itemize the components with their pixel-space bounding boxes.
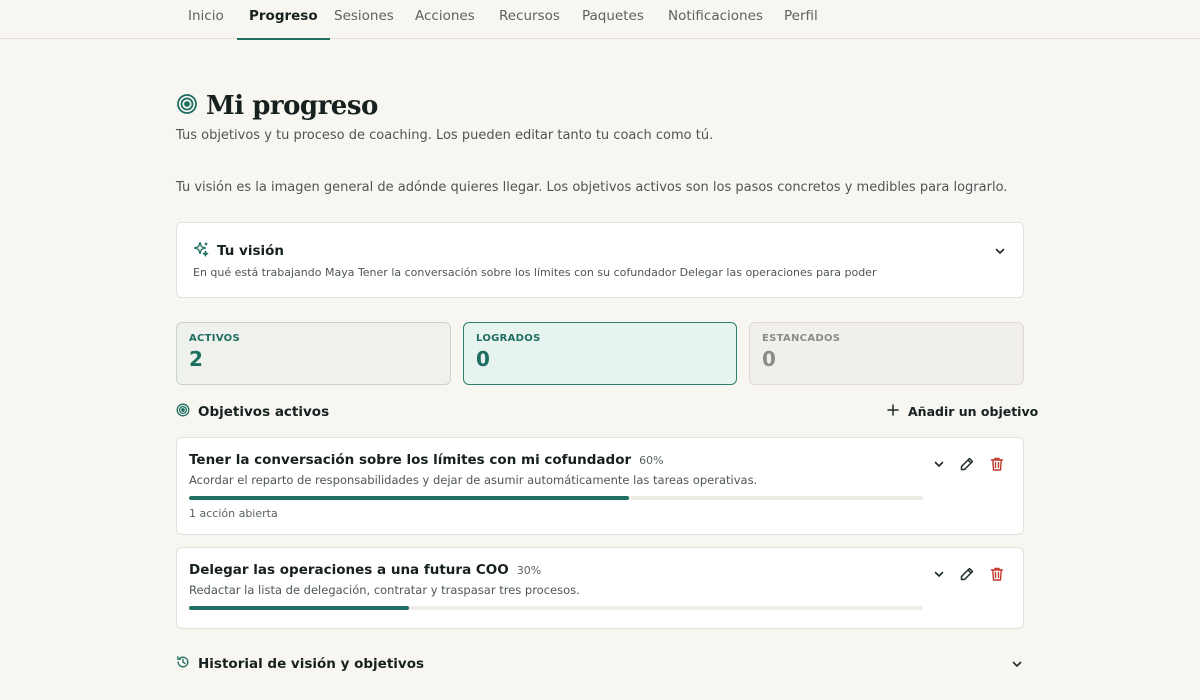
goal-name: Tener la conversación sobre los límites … [189, 452, 632, 468]
vision-header: Tu visión [193, 241, 284, 261]
goal-title-row: Delegar las operaciones a una futura COO… [189, 562, 541, 578]
target-icon [176, 402, 190, 421]
vision-card[interactable]: Tu visión En qué está trabajando Maya Te… [176, 222, 1024, 298]
stat-stalled-value: 0 [762, 347, 776, 371]
history-title: Historial de visión y objetivos [198, 655, 425, 672]
pencil-icon[interactable] [959, 456, 975, 472]
sparkles-icon [193, 241, 209, 261]
tab-sesiones[interactable]: Sesiones [334, 0, 394, 39]
stat-active-value: 2 [189, 347, 203, 371]
goal-description: Acordar el reparto de responsabilidades … [189, 473, 758, 487]
add-goal-label: Añadir un objetivo [908, 403, 1039, 419]
page-intro: Tu visión es la imagen general de adónde… [176, 180, 1008, 195]
trash-icon[interactable] [989, 456, 1005, 472]
goal-name: Delegar las operaciones a una futura COO [189, 562, 509, 578]
active-goals-header: Objetivos activos [176, 402, 329, 421]
chevron-down-icon[interactable] [931, 456, 947, 472]
tab-progreso[interactable]: Progreso [237, 0, 330, 40]
stat-stalled-label: ESTANCADOS [762, 333, 841, 344]
tab-inicio[interactable]: Inicio [188, 0, 224, 39]
goal-card[interactable]: Tener la conversación sobre los límites … [176, 437, 1024, 535]
stat-achieved-label: LOGRADOS [476, 333, 541, 344]
history-header[interactable]: Historial de visión y objetivos [176, 654, 1024, 673]
history-icon [176, 654, 190, 673]
goal-progress-fill [189, 606, 410, 610]
vision-title: Tu visión [217, 243, 285, 259]
stat-achieved-value: 0 [476, 347, 490, 371]
goal-title-row: Tener la conversación sobre los límites … [189, 452, 664, 468]
top-nav: Inicio Progreso Sesiones Acciones Recurs… [0, 0, 1200, 40]
goal-progress-bar [189, 606, 923, 610]
stat-achieved[interactable]: LOGRADOS 0 [463, 322, 737, 385]
tab-perfil[interactable]: Perfil [784, 0, 818, 39]
add-goal-button[interactable]: Añadir un objetivo [886, 402, 1038, 420]
trash-icon[interactable] [989, 566, 1005, 582]
stat-active-label: ACTIVOS [189, 333, 240, 344]
chevron-down-icon[interactable] [931, 566, 947, 582]
chevron-down-icon[interactable] [1010, 656, 1024, 670]
tab-notificaciones[interactable]: Notificaciones [668, 0, 763, 39]
target-icon [176, 93, 198, 119]
goal-percent: 60% [639, 454, 664, 467]
goal-percent: 30% [516, 564, 542, 577]
tab-recursos[interactable]: Recursos [499, 0, 560, 39]
page-title: Mi progreso [206, 91, 378, 121]
active-goals-title: Objetivos activos [198, 403, 330, 420]
plus-icon [886, 403, 900, 420]
tab-acciones[interactable]: Acciones [415, 0, 475, 39]
page-header: Mi progreso [176, 86, 378, 126]
goal-card[interactable]: Delegar las operaciones a una futura COO… [176, 547, 1024, 629]
goal-open-actions: 1 acción abierta [189, 507, 278, 520]
stat-stalled[interactable]: ESTANCADOS 0 [749, 322, 1024, 385]
page-subtitle: Tus objetivos y tu proceso de coaching. … [176, 128, 714, 143]
stat-active[interactable]: ACTIVOS 2 [176, 322, 451, 385]
goal-progress-bar [189, 496, 923, 500]
vision-summary: En qué está trabajando Maya Tener la con… [193, 266, 877, 279]
goal-description: Redactar la lista de delegación, contrat… [189, 583, 580, 597]
goal-progress-fill [189, 496, 630, 500]
chevron-down-icon[interactable] [993, 243, 1007, 257]
tab-paquetes[interactable]: Paquetes [582, 0, 644, 39]
pencil-icon[interactable] [959, 566, 975, 582]
